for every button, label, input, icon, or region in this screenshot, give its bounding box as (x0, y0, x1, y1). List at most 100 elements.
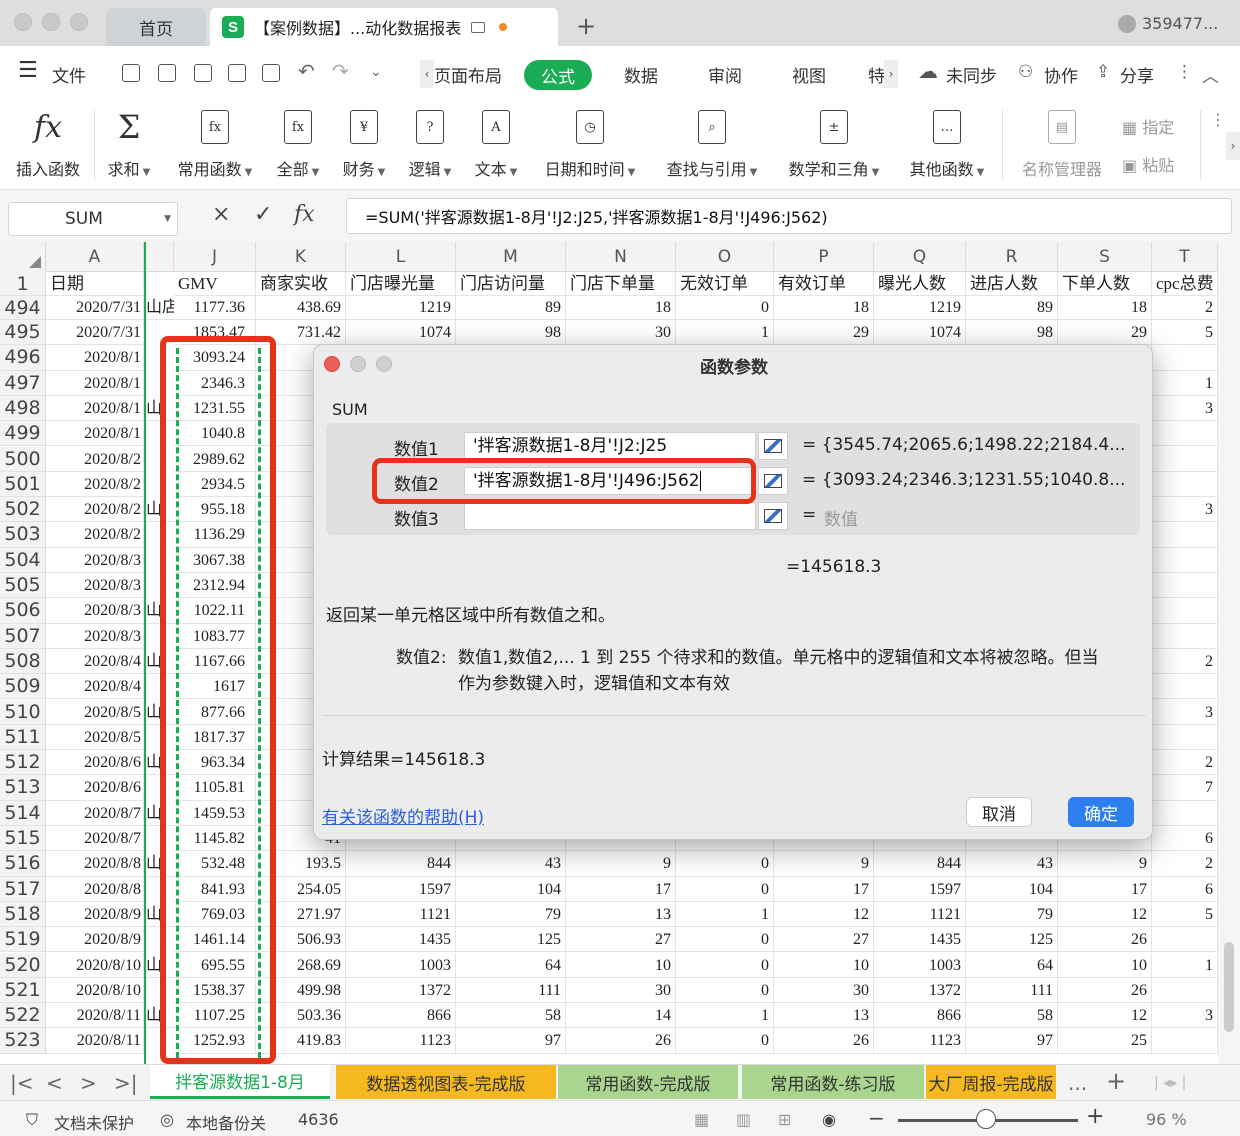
row-header[interactable]: 497 (0, 370, 46, 396)
cell-q[interactable]: 844 (874, 851, 966, 877)
cell-l[interactable]: 1003 (346, 952, 456, 978)
cell-l[interactable]: 1372 (346, 977, 456, 1004)
row-header[interactable]: 503 (0, 522, 46, 548)
cell-t[interactable] (1152, 573, 1218, 599)
cell-t[interactable]: 7 (1152, 775, 1218, 801)
export-pdf-icon[interactable] (194, 64, 212, 82)
cell-m[interactable]: 98 (456, 320, 566, 346)
cell-q[interactable]: 1121 (874, 901, 966, 928)
row-header[interactable]: 494 (0, 296, 46, 320)
col-header-s[interactable]: S (1058, 242, 1152, 272)
row-header[interactable]: 495 (0, 320, 46, 346)
cell-t[interactable]: 2 (1152, 648, 1218, 675)
lookup-button[interactable]: ⌕ 查找与引用 ▼ (660, 110, 764, 180)
function-help-link[interactable]: 有关该函数的帮助(H) (322, 803, 484, 828)
header-cell[interactable]: GMV (174, 272, 256, 296)
cell-m[interactable]: 104 (456, 876, 566, 902)
row-header[interactable]: 513 (0, 775, 46, 801)
cell-r[interactable]: 125 (966, 927, 1058, 953)
cell-r[interactable]: 111 (966, 977, 1058, 1004)
vertical-scrollbar[interactable] (1218, 242, 1240, 1064)
sheet-tab-common-done[interactable]: 常用函数-完成版 (558, 1065, 738, 1099)
menu-scroll-right-icon[interactable]: › (884, 60, 898, 88)
cell-t[interactable] (1152, 623, 1218, 649)
cell-l[interactable]: 1597 (346, 876, 456, 902)
cell-t[interactable] (1152, 927, 1218, 953)
header-cell[interactable]: 曝光人数 (874, 272, 966, 296)
more-sheets-icon[interactable]: ... (1068, 1071, 1087, 1095)
row-header[interactable]: 511 (0, 724, 46, 751)
cell-p[interactable]: 17 (774, 876, 874, 902)
row-header[interactable]: 500 (0, 446, 46, 472)
cell-n[interactable]: 14 (566, 1003, 676, 1029)
date-cell[interactable]: 2020/8/2 (46, 522, 144, 548)
cell-s[interactable]: 25 (1058, 1028, 1152, 1054)
cell-m[interactable]: 125 (456, 927, 566, 953)
row-header[interactable]: 501 (0, 471, 46, 498)
cell-o[interactable]: 0 (676, 977, 774, 1004)
cell-n[interactable]: 13 (566, 901, 676, 928)
date-cell[interactable]: 2020/8/7 (46, 800, 144, 826)
date-cell[interactable]: 2020/8/9 (46, 927, 144, 953)
hscroll-icon[interactable]: | ◂▸ | (1154, 1075, 1186, 1091)
arg3-input[interactable] (464, 502, 756, 530)
window-minimize-button[interactable] (42, 13, 60, 31)
date-cell[interactable]: 2020/8/6 (46, 750, 144, 776)
cell-t[interactable] (1152, 345, 1218, 371)
date-cell[interactable]: 2020/8/8 (46, 876, 144, 902)
menu-page-layout[interactable]: 页面布局 (434, 62, 502, 87)
cell-s[interactable]: 10 (1058, 952, 1152, 978)
cell-p[interactable]: 9 (774, 851, 874, 877)
date-cell[interactable]: 2020/8/4 (46, 648, 144, 675)
cell-t[interactable]: 6 (1152, 826, 1218, 852)
cell-o[interactable]: 0 (676, 876, 774, 902)
header-cell[interactable]: 无效订单 (676, 272, 774, 296)
print-preview-icon[interactable] (262, 64, 280, 82)
col-header-a[interactable]: A (46, 242, 144, 272)
menu-data[interactable]: 数据 (624, 62, 658, 87)
cell-t[interactable]: 5 (1152, 320, 1218, 346)
cell-t[interactable]: 2 (1152, 750, 1218, 776)
other-functions-button[interactable]: … 其他函数 ▼ (904, 110, 990, 180)
sheet-tab-pivot[interactable]: 数据透视图表-完成版 (336, 1065, 556, 1099)
row-header[interactable]: 518 (0, 901, 46, 928)
logic-button[interactable]: ? 逻辑 ▼ (404, 110, 456, 180)
row-header[interactable]: 505 (0, 573, 46, 599)
cell-t[interactable] (1152, 522, 1218, 548)
cell-r[interactable]: 98 (966, 320, 1058, 346)
cell-l[interactable]: 1123 (346, 1028, 456, 1054)
cell-t[interactable] (1152, 598, 1218, 624)
cell-t[interactable]: 6 (1152, 876, 1218, 902)
header-cell[interactable]: 有效订单 (774, 272, 874, 296)
row-header[interactable]: 523 (0, 1028, 46, 1054)
date-cell[interactable]: 2020/8/5 (46, 699, 144, 725)
cell-q[interactable]: 1074 (874, 320, 966, 346)
date-cell[interactable]: 2020/8/2 (46, 446, 144, 472)
cell-o[interactable]: 0 (676, 927, 774, 953)
cell-s[interactable]: 9 (1058, 851, 1152, 877)
cell-r[interactable]: 58 (966, 1003, 1058, 1029)
col-header-j[interactable]: J (174, 242, 256, 272)
name-box[interactable]: SUM ▼ (8, 202, 178, 236)
cell-o[interactable]: 1 (676, 1003, 774, 1029)
arg1-range-picker[interactable] (758, 432, 788, 460)
cell-t[interactable] (1152, 724, 1218, 751)
date-cell[interactable]: 2020/8/3 (46, 547, 144, 573)
print-icon[interactable] (228, 64, 246, 82)
col-header-k[interactable]: K (256, 242, 346, 272)
cell-l[interactable]: 1121 (346, 901, 456, 928)
date-cell[interactable]: 2020/8/10 (46, 977, 144, 1004)
store-cell[interactable]: 山店 (144, 296, 174, 320)
cell-t[interactable]: 3 (1152, 699, 1218, 725)
row-header[interactable]: 496 (0, 345, 46, 371)
cell-p[interactable]: 18 (774, 296, 874, 320)
date-cell[interactable]: 2020/8/2 (46, 471, 144, 498)
row-header[interactable]: 1 (0, 272, 46, 296)
zoom-in-icon[interactable]: + (1086, 1104, 1104, 1129)
date-cell[interactable]: 2020/8/3 (46, 573, 144, 599)
cell-m[interactable]: 111 (456, 977, 566, 1004)
name-box-dropdown-icon[interactable]: ▼ (164, 214, 171, 224)
date-cell[interactable]: 2020/8/5 (46, 724, 144, 751)
header-cell[interactable]: 下单人数 (1058, 272, 1152, 296)
cell-n[interactable]: 9 (566, 851, 676, 877)
